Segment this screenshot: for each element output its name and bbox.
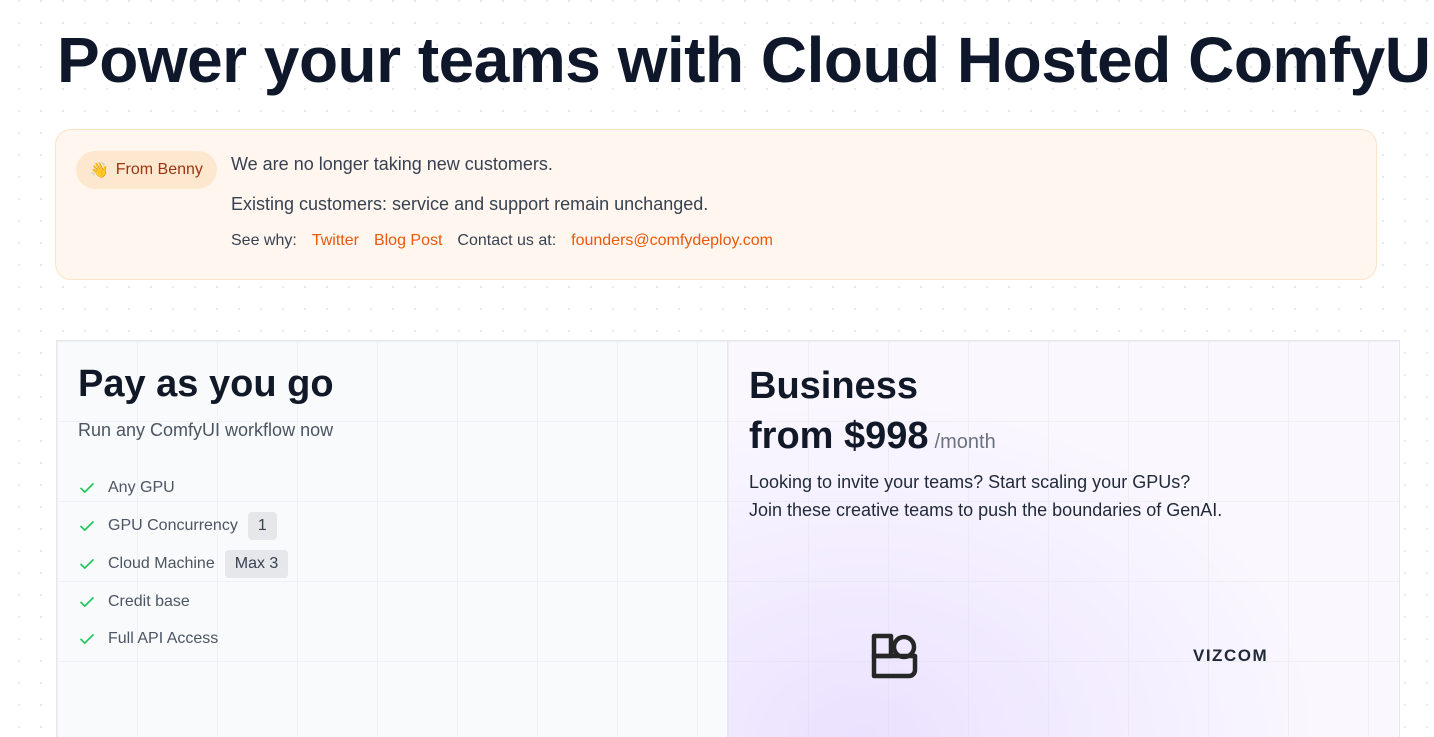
notice-text: We are no longer taking new customers. E… <box>231 152 773 250</box>
feature-item: Cloud Machine Max 3 <box>78 545 289 583</box>
feature-item: GPU Concurrency 1 <box>78 507 288 545</box>
see-why-label: See why: <box>231 232 297 249</box>
feature-item: Credit base <box>78 583 288 620</box>
check-icon <box>80 521 94 531</box>
business-description: Looking to invite your teams? Start scal… <box>749 468 1222 524</box>
email-link[interactable]: founders@comfydeploy.com <box>571 232 773 250</box>
feature-label: Cloud Machine <box>108 555 215 572</box>
feature-label: Any GPU <box>108 479 175 496</box>
feature-list: Any GPU GPU Concurrency 1 Cloud Machine … <box>78 469 289 657</box>
check-icon <box>80 633 94 644</box>
business-desc-line-1: Looking to invite your teams? Start scal… <box>749 472 1191 492</box>
pricing-plans: Pay as you go Run any ComfyUI workflow n… <box>56 340 1400 737</box>
vizcom-logo: VIZCOM <box>1193 646 1269 665</box>
notice-line-2: Existing customers: service and support … <box>231 194 709 214</box>
page: Power your teams with Cloud Hosted Comfy… <box>0 0 1434 737</box>
notice-links: See why: Twitter Blog Post Contact us at… <box>231 232 773 250</box>
twitter-link[interactable]: Twitter <box>312 232 359 250</box>
plan-subtitle: Run any ComfyUI workflow now <box>78 420 334 440</box>
blog-post-link[interactable]: Blog Post <box>374 232 442 250</box>
feature-tag: Max 3 <box>224 550 289 578</box>
feature-label: Full API Access <box>108 629 219 647</box>
from-benny-pill: 👋 From Benny <box>76 151 217 189</box>
feature-tag: 1 <box>247 512 277 540</box>
price-period: /month <box>934 431 996 453</box>
feature-label: GPU Concurrency <box>108 517 238 534</box>
check-icon <box>80 596 94 607</box>
page-title: Power your teams with Cloud Hosted Comfy… <box>57 24 1434 96</box>
pay-as-you-go-plan: Pay as you go Run any ComfyUI workflow n… <box>57 341 728 737</box>
business-desc-line-2: Join these creative teams to push the bo… <box>749 500 1223 520</box>
business-plan: Business from $998 /month Looking to inv… <box>728 341 1399 737</box>
pill-label: From Benny <box>115 161 203 178</box>
plan-price: from $998 <box>749 415 929 457</box>
check-icon <box>80 559 94 569</box>
contact-label: Contact us at: <box>457 232 557 249</box>
plan-title: Pay as you go <box>78 363 334 405</box>
feature-item: Full API Access <box>78 620 288 657</box>
price-row: from $998 /month <box>749 411 996 467</box>
waving-hand-icon: 👋 <box>90 161 109 179</box>
plan-title: Business <box>749 365 918 407</box>
notice-banner: 👋 From Benny We are no longer taking new… <box>55 129 1377 280</box>
b-logo-icon <box>871 633 918 679</box>
feature-label: Credit base <box>108 592 190 610</box>
feature-item: Any GPU <box>78 469 288 507</box>
business-heading: Business from $998 /month <box>749 361 996 467</box>
notice-line-1: We are no longer taking new customers. <box>231 154 553 174</box>
check-icon <box>80 483 94 493</box>
